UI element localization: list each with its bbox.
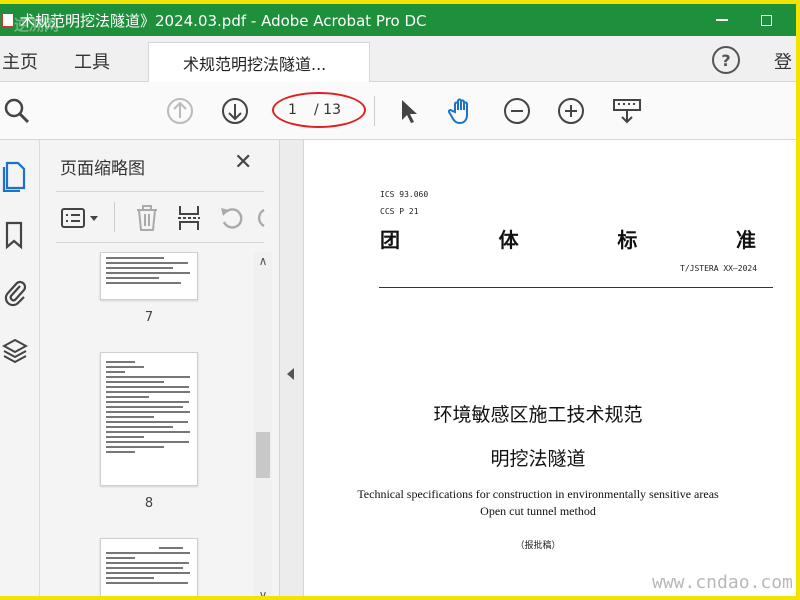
rotate-counterclockwise-icon[interactable] — [218, 204, 246, 232]
panel-divider-2 — [56, 242, 264, 243]
scroll-down-icon[interactable]: ∨ — [254, 586, 272, 596]
bookmark-icon[interactable] — [2, 220, 28, 250]
scroll-thumb[interactable] — [256, 432, 270, 478]
tab-bar: 主页 工具 术规范明挖法隧道... ? 登 — [0, 36, 796, 83]
zoom-out-icon[interactable] — [502, 96, 532, 126]
header-rule — [379, 287, 773, 288]
layers-icon[interactable] — [2, 336, 28, 366]
header-char: 体 — [498, 228, 519, 252]
next-page-icon[interactable] — [220, 96, 250, 126]
maximize-icon — [760, 14, 772, 26]
rotate-clockwise-icon[interactable] — [256, 204, 266, 232]
zoom-in-icon[interactable] — [556, 96, 586, 126]
thumbnail-scrollbar[interactable]: ∧ ∨ — [254, 252, 272, 596]
thumbnail-page-number: 8 — [144, 496, 154, 511]
standard-type-header: 团 体 标 准 — [380, 224, 756, 253]
thumbnail-options-icon[interactable] — [60, 206, 100, 230]
pdf-file-icon — [2, 13, 14, 27]
tab-document-label: 术规范明挖法隧道... — [183, 55, 327, 74]
ccs-code: CCS P 21 — [380, 207, 419, 216]
document-title-cn: 环境敏感区施工技术规范 — [433, 404, 643, 426]
scroll-up-icon[interactable]: ∧ — [254, 252, 272, 270]
app-window: 术规范明挖法隧道》2024.03.pdf - Adobe Acrobat Pro… — [0, 0, 800, 600]
panel-title: 页面缩略图 — [60, 159, 145, 179]
watermark-topleft: 逆溯网 — [14, 16, 60, 34]
tab-document[interactable]: 术规范明挖法隧道... — [148, 42, 370, 83]
previous-page-icon[interactable] — [165, 96, 195, 126]
document-page: ICS 93.060 CCS P 21 团 体 标 准 T/JSTERA XX—… — [304, 140, 796, 596]
draft-status: （报批稿） — [515, 541, 561, 551]
delete-page-icon[interactable] — [134, 204, 160, 232]
navigation-rail — [0, 140, 40, 596]
site-watermark: www.cndao.com — [652, 572, 793, 593]
thumbnail-page-number: 7 — [144, 310, 154, 325]
header-char: 标 — [617, 228, 638, 252]
standard-number: T/JSTERA XX—2024 — [680, 264, 758, 273]
hand-tool-icon[interactable] — [446, 96, 476, 126]
panel-tools-divider — [114, 202, 115, 232]
document-title-en: Technical specifications for constructio… — [357, 487, 719, 501]
main-toolbar: 1 / 13 — [0, 82, 796, 140]
minimize-icon — [716, 19, 728, 21]
signin-button[interactable]: 登 — [774, 48, 792, 74]
document-subtitle-cn: 明挖法隧道 — [490, 448, 586, 470]
annotation-oval — [272, 92, 366, 128]
panel-close-button[interactable]: ✕ — [234, 152, 252, 174]
panel-collapse-handle[interactable] — [280, 140, 304, 596]
tab-tools[interactable]: 工具 — [74, 48, 110, 74]
window-title: 术规范明挖法隧道》2024.03.pdf - Adobe Acrobat Pro… — [20, 11, 427, 30]
tab-home[interactable]: 主页 — [2, 48, 38, 74]
minimize-button[interactable] — [700, 4, 744, 36]
ics-code: ICS 93.060 — [380, 190, 429, 199]
page-thumbnail[interactable] — [100, 538, 198, 596]
keyboard-tool-icon[interactable] — [612, 96, 642, 126]
insert-page-icon[interactable] — [176, 204, 202, 232]
search-icon[interactable] — [2, 96, 32, 126]
thumbnail-panel: 页面缩略图 ✕ 7 8 ∧ ∨ — [40, 140, 280, 596]
select-cursor-icon[interactable] — [394, 96, 424, 126]
page-thumbnail[interactable] — [100, 252, 198, 300]
title-bar: 术规范明挖法隧道》2024.03.pdf - Adobe Acrobat Pro… — [0, 4, 796, 36]
page-thumbnails-icon[interactable] — [2, 160, 28, 192]
page-thumbnail[interactable] — [100, 352, 198, 486]
help-icon[interactable]: ? — [712, 46, 740, 74]
toolbar-divider — [374, 96, 375, 126]
panel-divider — [56, 191, 264, 192]
panel-toolbar — [56, 200, 266, 236]
document-subtitle-en: Open cut tunnel method — [480, 504, 596, 518]
header-char: 团 — [380, 228, 400, 252]
attachment-icon[interactable] — [2, 276, 28, 308]
collapse-arrow-icon — [287, 368, 294, 380]
header-char: 准 — [735, 228, 756, 252]
maximize-button[interactable] — [744, 4, 788, 36]
